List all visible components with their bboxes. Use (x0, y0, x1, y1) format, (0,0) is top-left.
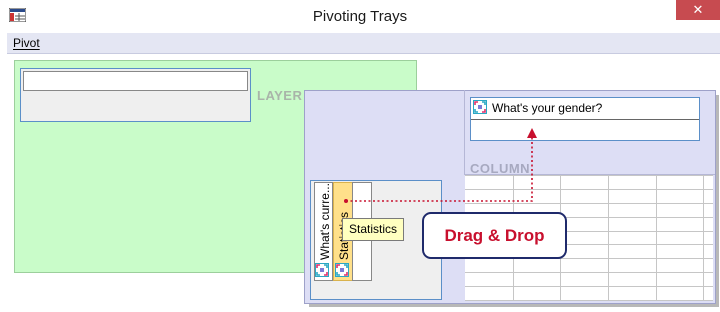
callout-text: Drag & Drop (444, 226, 545, 245)
drag-arrow (344, 128, 537, 203)
drag-tooltip: Statistics (342, 218, 404, 241)
drag-drop-callout: Drag & Drop (422, 212, 567, 259)
